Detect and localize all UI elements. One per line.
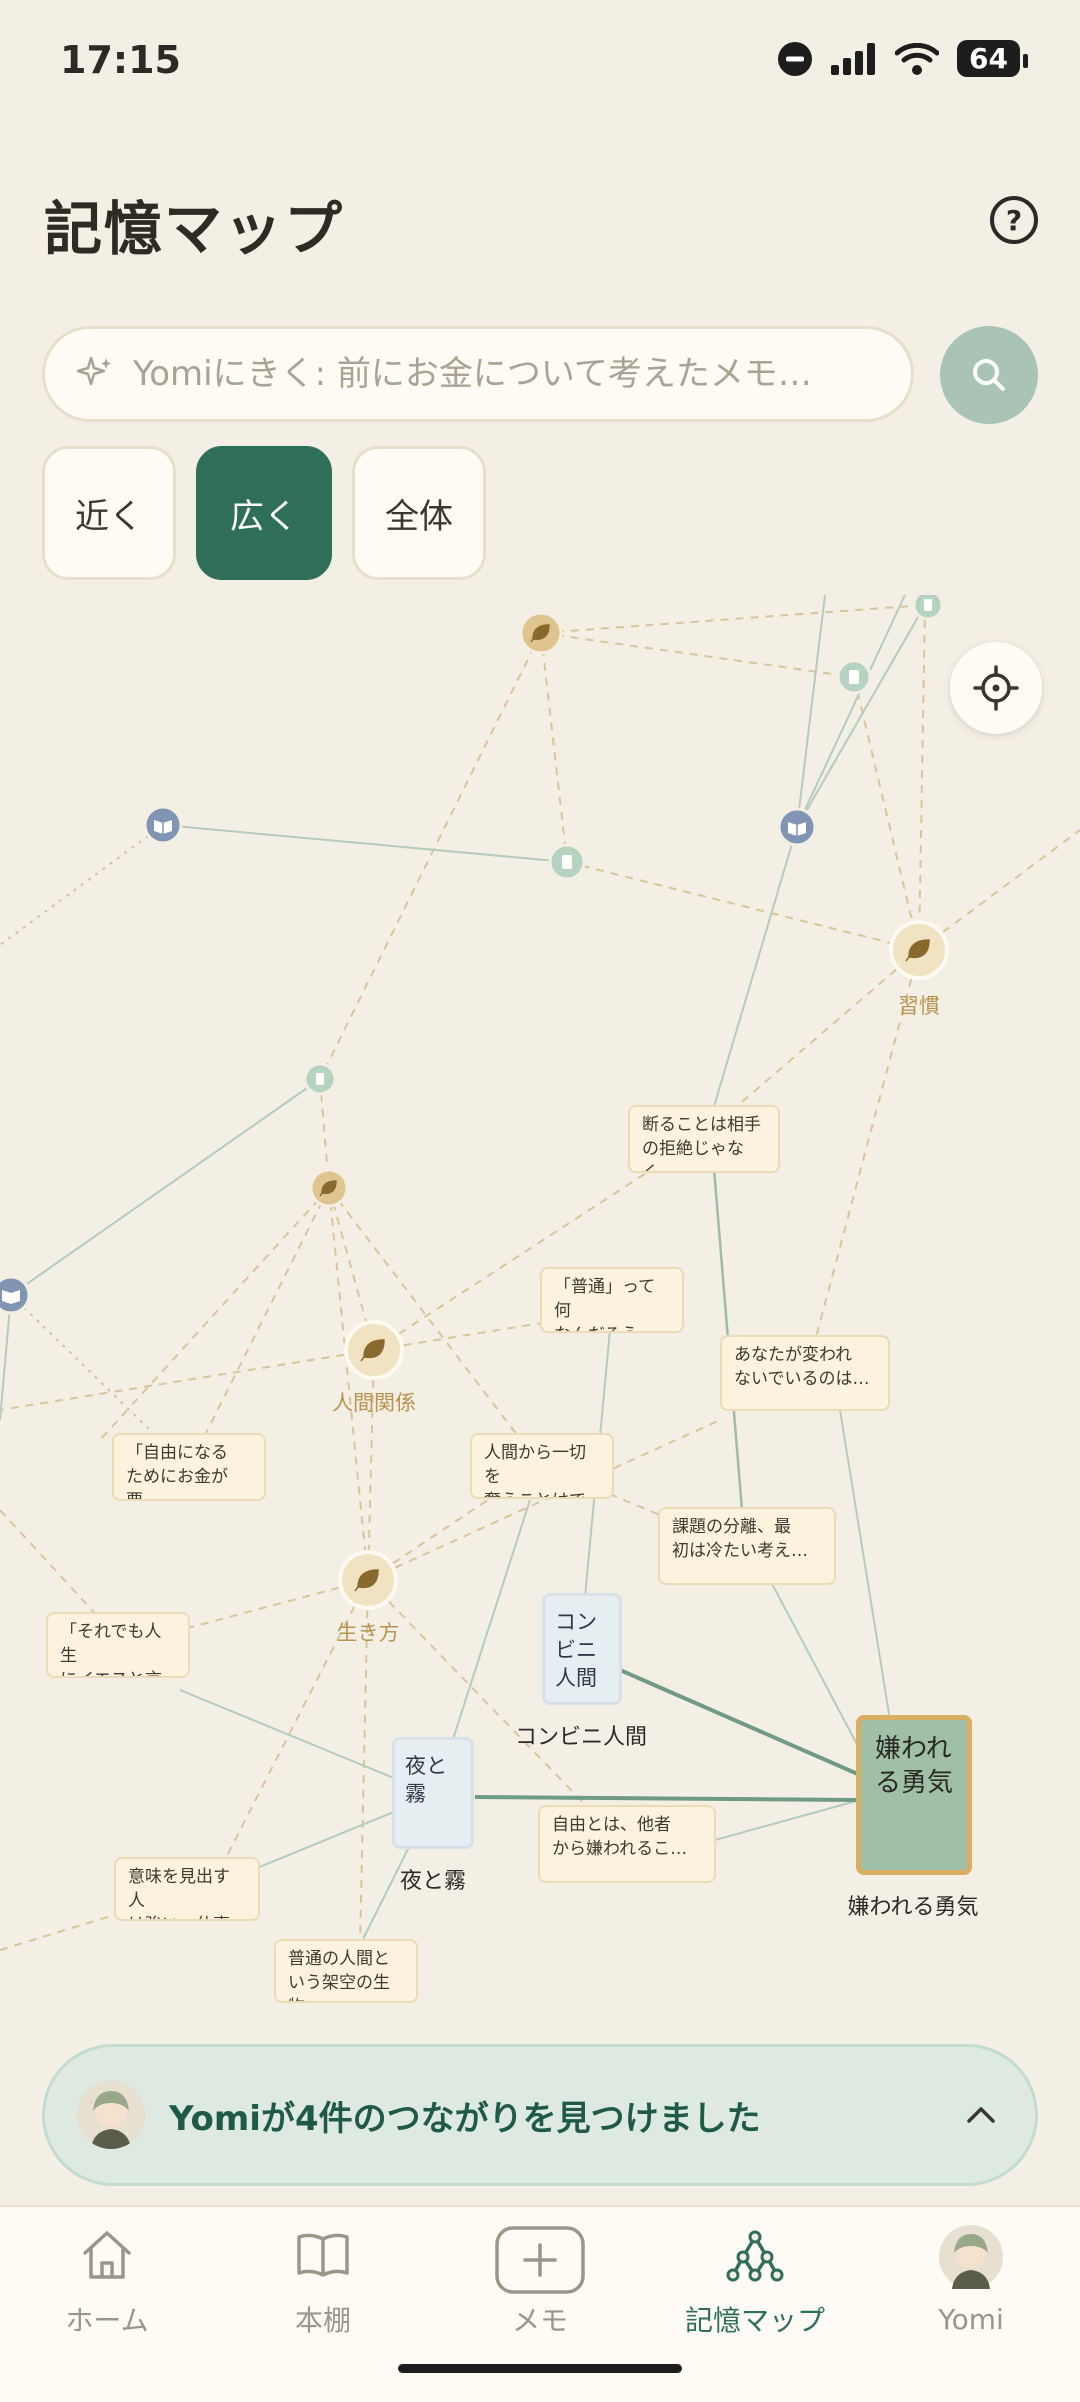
page-title: 記憶マップ <box>44 195 345 263</box>
connections-banner[interactable]: Yomiが4件のつながりを見つけました <box>42 2044 1038 2186</box>
memo-card[interactable]: 「普通」って何 なんだろう。古… <box>540 1267 684 1333</box>
plus-icon <box>495 2226 585 2294</box>
nav-label: メモ <box>511 2304 568 2337</box>
tag-label-way-of-life[interactable]: 生き方 <box>337 1617 400 1647</box>
tag-label-habit[interactable]: 習慣 <box>898 990 940 1020</box>
tag-label-relationships[interactable]: 人間関係 <box>332 1387 416 1417</box>
book-cover-night-and-fog[interactable]: 夜と霧 <box>392 1737 474 1849</box>
search-button[interactable] <box>940 326 1038 424</box>
signal-icon <box>831 42 876 75</box>
crosshair-icon <box>973 665 1019 711</box>
nav-memory-map[interactable]: 記憶マップ <box>665 2225 845 2339</box>
tag-node <box>309 1168 349 1208</box>
battery-level: 64 <box>957 40 1028 77</box>
nav-yomi[interactable]: Yomi <box>881 2225 1061 2336</box>
book-cover-courage-to-be-disliked[interactable]: 嫌われる勇気 <box>856 1715 972 1875</box>
question-circle-icon: ? <box>1005 203 1023 237</box>
nav-bookshelf[interactable]: 本棚 <box>233 2225 413 2339</box>
book-label: 嫌われる勇気 <box>847 1895 979 1920</box>
tag-node <box>889 920 949 980</box>
filter-wide-chip[interactable]: 広く <box>196 446 332 580</box>
note-node <box>836 659 872 695</box>
memo-card[interactable]: 課題の分離、最 初は冷たい考え… <box>658 1507 836 1585</box>
book-node <box>777 807 817 847</box>
book-cover-convenience-store-woman[interactable]: コンビニ人間 <box>542 1593 622 1705</box>
memo-card[interactable]: 普通の人間と いう架空の生物… <box>274 1939 418 2003</box>
sparkle-icon <box>76 356 111 386</box>
tag-node <box>338 1550 398 1610</box>
yomi-avatar <box>77 2081 145 2149</box>
chip-label: 近く <box>75 496 143 537</box>
note-node <box>912 595 944 621</box>
memo-card[interactable]: あなたが変われ ないでいるのは… <box>720 1335 890 1411</box>
nav-label: ホーム <box>65 2304 149 2337</box>
memo-card[interactable]: 「それでも人生 にイエスと言う… <box>46 1612 190 1678</box>
memo-card[interactable]: 「自由になる ためにお金が要… <box>112 1433 266 1501</box>
tag-node <box>344 1320 404 1380</box>
nav-label: 本棚 <box>294 2304 351 2337</box>
nav-memo[interactable]: メモ <box>450 2225 630 2339</box>
filter-all-chip[interactable]: 全体 <box>352 446 486 580</box>
home-icon <box>83 2231 131 2279</box>
tag-node <box>519 611 563 655</box>
memory-map[interactable]: 習慣 人間関係 生き方 断ることは相手 の拒絶じゃなく… 「普通」って何 なんだ… <box>0 595 1080 2035</box>
chevron-up-icon[interactable] <box>963 2097 999 2133</box>
nav-label: Yomi <box>938 2303 1004 2336</box>
book-node <box>0 1275 31 1315</box>
nav-label: 記憶マップ <box>684 2304 825 2337</box>
book-node <box>143 805 183 845</box>
memo-card[interactable]: 意味を見出す人 は強い。仕事の… <box>114 1857 260 1921</box>
recenter-button[interactable] <box>950 642 1042 734</box>
help-button[interactable]: ? <box>990 196 1038 244</box>
banner-text: Yomiが4件のつながりを見つけました <box>169 2098 761 2139</box>
search-input[interactable] <box>131 353 895 395</box>
nav-home[interactable]: ホーム <box>17 2225 197 2339</box>
book-label: 夜と霧 <box>399 1869 467 1894</box>
wifi-icon <box>895 42 940 75</box>
status-icons: 64 <box>777 40 1028 77</box>
book-label: コンビニ人間 <box>514 1725 648 1750</box>
avatar-icon <box>939 2225 1003 2289</box>
memo-card[interactable]: 断ることは相手 の拒絶じゃなく… <box>628 1105 780 1173</box>
chip-label: 広く <box>230 496 298 537</box>
network-icon <box>726 2230 784 2282</box>
memo-card[interactable]: 自由とは、他者 から嫌われるこ… <box>538 1805 716 1883</box>
status-time: 17:15 <box>60 38 181 82</box>
do-not-disturb-icon <box>778 41 813 76</box>
search-icon <box>973 359 1005 391</box>
book-icon <box>297 2233 349 2277</box>
search-box[interactable] <box>42 326 914 422</box>
home-indicator <box>398 2364 682 2373</box>
memo-card[interactable]: 人間から一切を 奪うことはでき… <box>470 1433 614 1499</box>
filter-near-chip[interactable]: 近く <box>42 446 176 580</box>
note-node <box>548 843 586 881</box>
note-node <box>303 1062 337 1096</box>
chip-label: 全体 <box>385 496 453 537</box>
